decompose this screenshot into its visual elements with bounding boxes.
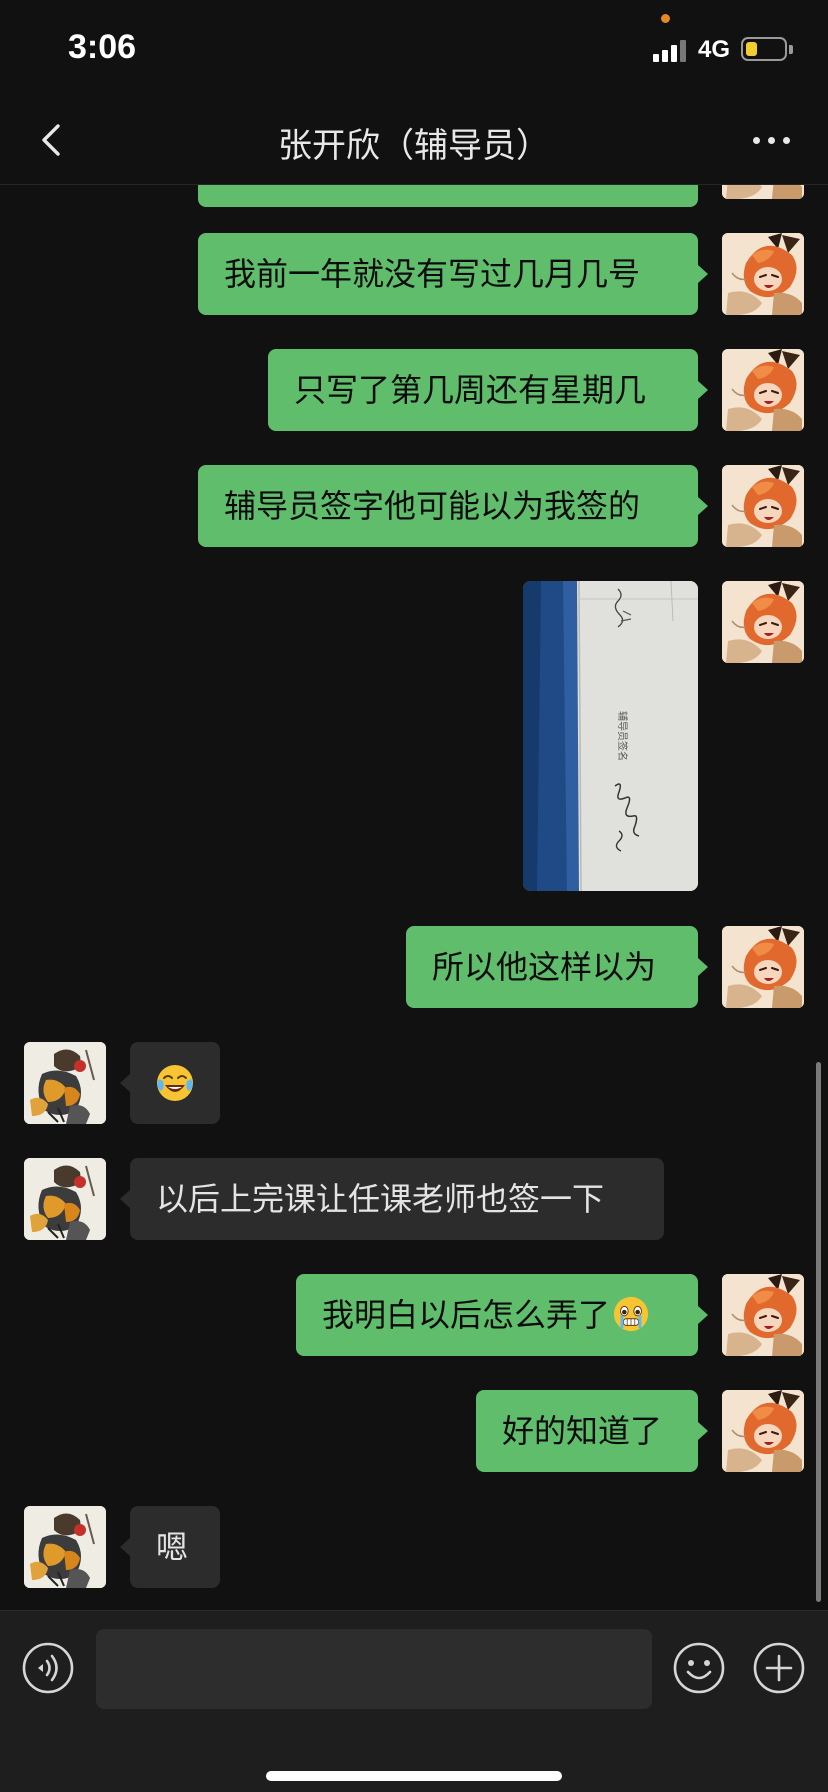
signal-icon [653,38,689,62]
bubble-tail [698,1422,708,1440]
camera-indicator-dot [661,14,670,23]
more-dots-icon[interactable] [750,126,794,156]
message-bubble-incoming[interactable] [130,1042,220,1124]
message-text: 辅导员签字他可能以为我签的 [224,487,641,525]
smiley-icon[interactable] [672,1641,726,1695]
message-text: 我前一年就没有写过几月几号 [224,255,641,293]
avatar[interactable] [24,1158,106,1240]
message-text: 好的知道了 [502,1412,663,1450]
message-text: 我明白以后怎么弄了 [322,1296,611,1334]
input-bar [0,1610,828,1792]
avatar[interactable] [722,465,804,547]
scrollbar[interactable] [816,1062,821,1602]
bubble-tail [120,1074,130,1092]
message-bubble-outgoing[interactable]: 好的知道了 [476,1390,698,1472]
message-bubble-partial[interactable] [198,185,698,207]
message-bubble-outgoing[interactable]: 我前一年就没有写过几月几号 [198,233,698,315]
message-bubble-outgoing[interactable]: 所以他这样以为 [406,926,698,1008]
battery-level-fill [746,42,757,56]
avatar[interactable] [722,1274,804,1356]
avatar[interactable] [722,185,804,199]
message-bubble-outgoing[interactable]: 辅导员签字他可能以为我签的 [198,465,698,547]
bubble-tail [698,381,708,399]
bubble-tail [120,1538,130,1556]
message-text: 只写了第几周还有星期几 [294,371,647,409]
chat-title: 张开欣（辅导员） [278,126,550,166]
avatar[interactable] [722,581,804,663]
message-list: 我前一年就没有写过几月几号 只写了第几周还有星期几 辅导员签字他可能以为我签的 [0,185,828,1610]
status-time: 3:06 [68,28,137,66]
home-indicator[interactable] [266,1771,562,1781]
plus-icon[interactable] [752,1641,806,1695]
image-caption-text: 辅导员签名 [616,711,629,761]
message-text: 嗯 [156,1528,189,1566]
teary-eyed-emoji [613,1296,649,1332]
message-bubble-incoming[interactable]: 嗯 [130,1506,220,1588]
status-bar: 3:06 4G [0,0,828,100]
avatar[interactable] [722,926,804,1008]
bubble-tail [698,497,708,515]
message-bubble-outgoing[interactable]: 我明白以后怎么弄了 [296,1274,698,1356]
message-input[interactable] [96,1629,652,1709]
chat-screen: 3:06 4G 张开欣（辅导员） 我前一年就没有写过几月几号 只写了第几周还有星… [0,0,828,1792]
network-type: 4G [698,36,731,63]
message-bubble-outgoing[interactable]: 只写了第几周还有星期几 [268,349,698,431]
bubble-tail [698,958,708,976]
crying-laughing-emoji [157,1065,193,1101]
avatar[interactable] [722,1390,804,1472]
avatar[interactable] [722,233,804,315]
bubble-tail [120,1190,130,1208]
avatar[interactable] [722,349,804,431]
battery-icon [741,37,787,61]
avatar[interactable] [24,1506,106,1588]
voice-icon[interactable] [21,1641,75,1695]
message-bubble-incoming[interactable]: 以后上完课让任课老师也签一下 [130,1158,664,1240]
bubble-tail [698,1306,708,1324]
avatar[interactable] [24,1042,106,1124]
chat-header: 张开欣（辅导员） [0,100,828,185]
message-text: 以后上完课让任课老师也签一下 [156,1180,605,1218]
bubble-tail [698,265,708,283]
message-text: 所以他这样以为 [432,948,657,986]
image-message[interactable]: 辅导员签名 [523,581,698,891]
battery-tip [789,45,793,54]
